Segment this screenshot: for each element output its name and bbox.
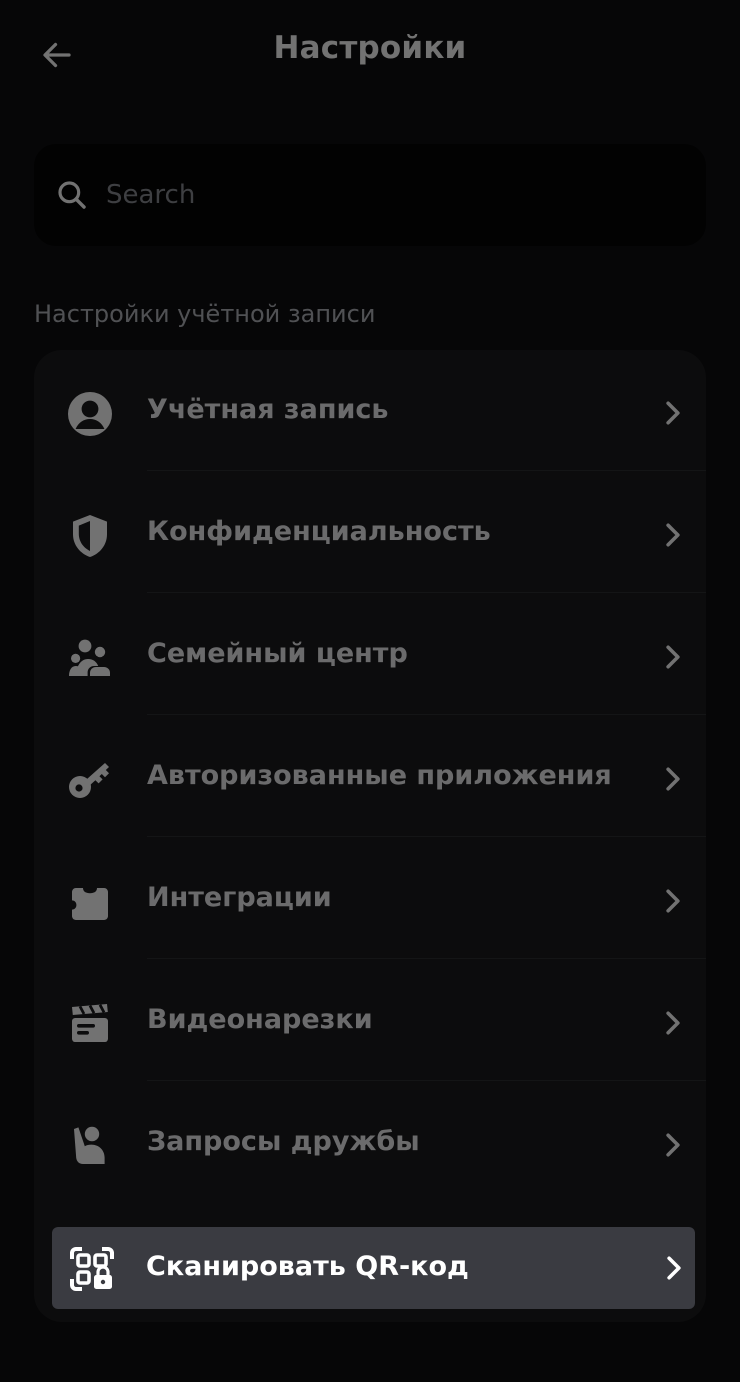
divider bbox=[147, 714, 706, 715]
menu-item-friend-requests[interactable]: Запросы дружбы bbox=[34, 1088, 706, 1200]
menu-item-authorized-apps[interactable]: Авторизованные приложения bbox=[34, 722, 706, 834]
menu-item-privacy[interactable]: Конфиденциальность bbox=[34, 478, 706, 590]
menu-item-label: Учётная запись bbox=[147, 394, 389, 425]
divider bbox=[147, 1080, 706, 1081]
menu-item-account[interactable]: Учётная запись bbox=[34, 356, 706, 468]
search-bar[interactable] bbox=[34, 144, 706, 246]
top-bar: Настройки bbox=[0, 0, 740, 110]
menu-item-label: Семейный центр bbox=[147, 638, 408, 669]
divider bbox=[147, 958, 706, 959]
menu-item-clips[interactable]: Видеонарезки bbox=[34, 966, 706, 1078]
chevron-right-icon bbox=[666, 767, 680, 791]
user-circle-icon bbox=[68, 392, 112, 436]
chevron-right-icon bbox=[666, 1133, 680, 1157]
section-header-account-settings: Настройки учётной записи bbox=[34, 300, 376, 328]
chevron-right-icon bbox=[666, 889, 680, 913]
clapperboard-icon bbox=[72, 1004, 108, 1042]
chevron-right-icon bbox=[666, 523, 680, 547]
chevron-right-icon bbox=[667, 1256, 681, 1280]
menu-item-label: Видеонарезки bbox=[147, 1004, 373, 1035]
search-input[interactable] bbox=[106, 170, 646, 220]
divider bbox=[147, 836, 706, 837]
menu-item-label: Авторизованные приложения bbox=[147, 760, 612, 791]
menu-item-family-center[interactable]: Семейный центр bbox=[34, 600, 706, 712]
divider bbox=[147, 470, 706, 471]
page-title: Настройки bbox=[273, 30, 467, 66]
account-settings-list: Учётная запись Конфиденциальность Семейн… bbox=[34, 350, 706, 1322]
family-icon bbox=[69, 639, 110, 676]
qr-scan-icon bbox=[70, 1247, 114, 1291]
chevron-right-icon bbox=[666, 645, 680, 669]
menu-item-label: Интеграции bbox=[147, 882, 332, 913]
menu-item-label: Сканировать QR-код bbox=[146, 1251, 469, 1282]
divider bbox=[147, 592, 706, 593]
shield-icon bbox=[73, 515, 107, 557]
key-icon bbox=[69, 763, 109, 798]
menu-item-label: Запросы дружбы bbox=[147, 1126, 420, 1157]
menu-item-scan-qr[interactable]: Сканировать QR-код bbox=[52, 1227, 695, 1309]
puzzle-icon bbox=[72, 888, 108, 920]
chevron-right-icon bbox=[666, 401, 680, 425]
menu-item-integrations[interactable]: Интеграции bbox=[34, 844, 706, 956]
menu-item-label: Конфиденциальность bbox=[147, 516, 491, 547]
chevron-right-icon bbox=[666, 1011, 680, 1035]
friend-wave-icon bbox=[74, 1126, 105, 1164]
search-icon bbox=[58, 181, 86, 209]
